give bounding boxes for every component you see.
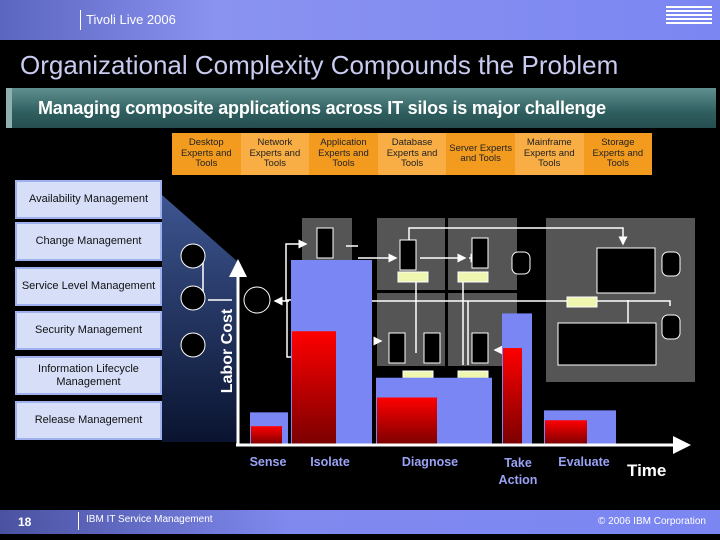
x-axis-label: Time	[627, 461, 667, 480]
copyright: © 2006 IBM Corporation	[598, 516, 706, 527]
bar-labor-sense	[251, 426, 282, 445]
process-availability: Availability Management	[15, 180, 162, 219]
x-label-take-action: Take Action	[498, 456, 538, 487]
server-icon	[471, 237, 489, 269]
user-workstation-icon	[180, 332, 206, 358]
mainframe-icon	[596, 247, 656, 294]
x-label-sense: Sense	[249, 455, 287, 469]
user-workstation-icon	[180, 285, 206, 311]
footer-bar: 18 IBM IT Service Management © 2006 IBM …	[0, 510, 720, 534]
process-release: Release Management	[15, 401, 162, 440]
connector-icon	[457, 271, 489, 283]
divider	[78, 512, 79, 530]
bar-labor-evaluate	[545, 420, 587, 445]
server-icon	[388, 332, 406, 364]
server-icon	[399, 239, 417, 271]
server-icon	[471, 332, 489, 364]
connector-icon	[566, 296, 598, 308]
process-service-level: Service Level Management	[15, 267, 162, 306]
x-label-isolate: Isolate	[310, 455, 350, 469]
bar-labor-take-action	[503, 348, 522, 445]
bar-labor-isolate	[292, 331, 336, 445]
database-icon	[511, 251, 531, 275]
footer-section: IBM IT Service Management	[86, 514, 213, 525]
x-label-evaluate: Evaluate	[558, 455, 610, 469]
database-icon	[661, 251, 681, 277]
server-icon	[423, 332, 441, 364]
x-label-diagnose: Diagnose	[401, 455, 459, 469]
y-axis-label: Labor Cost	[219, 308, 236, 394]
server-icon	[316, 227, 334, 259]
globe-icon	[243, 286, 271, 314]
user-workstation-icon	[180, 243, 206, 269]
page-number: 18	[18, 515, 32, 529]
mainframe-icon	[557, 322, 657, 366]
process-info-lifecycle: Information Lifecycle Management	[15, 356, 162, 395]
database-icon	[661, 314, 681, 340]
process-security: Security Management	[15, 311, 162, 350]
connector-icon	[397, 271, 429, 283]
bar-labor-diagnose	[377, 397, 437, 445]
process-change: Change Management	[15, 222, 162, 261]
